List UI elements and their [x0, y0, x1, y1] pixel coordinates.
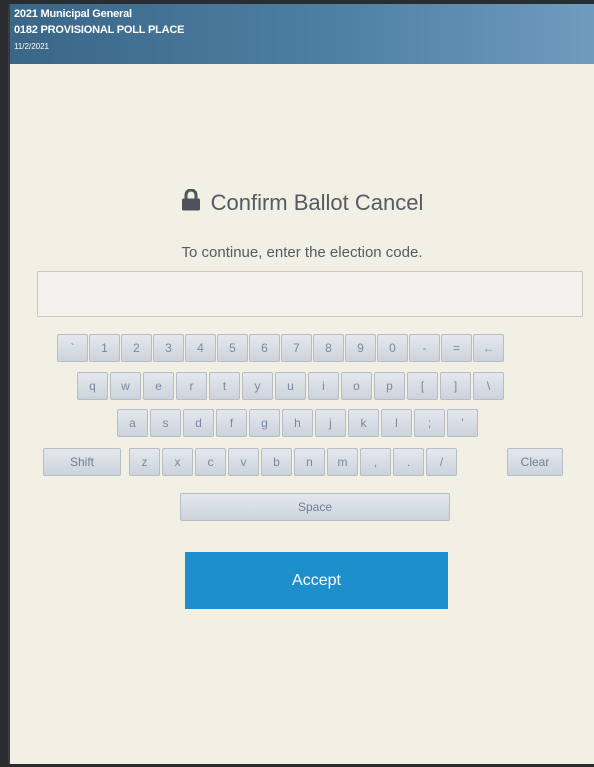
- key[interactable]: d: [183, 409, 214, 437]
- key[interactable]: ': [447, 409, 478, 437]
- key[interactable]: 5: [217, 334, 248, 362]
- election-name: 2021 Municipal General: [14, 8, 132, 20]
- accept-button[interactable]: Accept: [185, 552, 448, 609]
- key[interactable]: 0: [377, 334, 408, 362]
- key[interactable]: 7: [281, 334, 312, 362]
- key[interactable]: .: [393, 448, 424, 476]
- key[interactable]: r: [176, 372, 207, 400]
- key[interactable]: 1: [89, 334, 120, 362]
- backspace-key[interactable]: ←: [473, 334, 504, 362]
- key[interactable]: y: [242, 372, 273, 400]
- key[interactable]: v: [228, 448, 259, 476]
- key[interactable]: ;: [414, 409, 445, 437]
- key[interactable]: x: [162, 448, 193, 476]
- key[interactable]: u: [275, 372, 306, 400]
- election-date: 11/2/2021: [14, 42, 49, 51]
- dialog-title: Confirm Ballot Cancel: [10, 188, 594, 217]
- key[interactable]: w: [110, 372, 141, 400]
- header-bar: 2021 Municipal General 0182 PROVISIONAL …: [10, 4, 594, 64]
- key[interactable]: m: [327, 448, 358, 476]
- key[interactable]: ,: [360, 448, 391, 476]
- space-key[interactable]: Space: [180, 493, 450, 521]
- key[interactable]: /: [426, 448, 457, 476]
- key[interactable]: h: [282, 409, 313, 437]
- election-code-field[interactable]: [37, 271, 583, 317]
- key[interactable]: 2: [121, 334, 152, 362]
- key[interactable]: 9: [345, 334, 376, 362]
- key[interactable]: c: [195, 448, 226, 476]
- key[interactable]: f: [216, 409, 247, 437]
- key[interactable]: j: [315, 409, 346, 437]
- dialog-title-text: Confirm Ballot Cancel: [210, 190, 424, 216]
- kiosk-screen: 2021 Municipal General 0182 PROVISIONAL …: [8, 4, 594, 764]
- key[interactable]: ]: [440, 372, 471, 400]
- key[interactable]: =: [441, 334, 472, 362]
- lock-icon: [181, 188, 201, 217]
- key[interactable]: 3: [153, 334, 184, 362]
- key[interactable]: n: [294, 448, 325, 476]
- key[interactable]: l: [381, 409, 412, 437]
- key[interactable]: t: [209, 372, 240, 400]
- key[interactable]: e: [143, 372, 174, 400]
- key[interactable]: i: [308, 372, 339, 400]
- key[interactable]: 6: [249, 334, 280, 362]
- key[interactable]: o: [341, 372, 372, 400]
- dialog-subtitle: To continue, enter the election code.: [181, 244, 423, 261]
- clear-key[interactable]: Clear: [507, 448, 563, 476]
- key[interactable]: -: [409, 334, 440, 362]
- key[interactable]: \: [473, 372, 504, 400]
- key[interactable]: p: [374, 372, 405, 400]
- key[interactable]: k: [348, 409, 379, 437]
- key[interactable]: s: [150, 409, 181, 437]
- key[interactable]: g: [249, 409, 280, 437]
- key[interactable]: q: [77, 372, 108, 400]
- key[interactable]: 8: [313, 334, 344, 362]
- key[interactable]: a: [117, 409, 148, 437]
- key[interactable]: z: [129, 448, 160, 476]
- shift-key[interactable]: Shift: [43, 448, 121, 476]
- key[interactable]: 4: [185, 334, 216, 362]
- poll-place: 0182 PROVISIONAL POLL PLACE: [14, 24, 185, 36]
- key[interactable]: `: [57, 334, 88, 362]
- key[interactable]: [: [407, 372, 438, 400]
- key[interactable]: b: [261, 448, 292, 476]
